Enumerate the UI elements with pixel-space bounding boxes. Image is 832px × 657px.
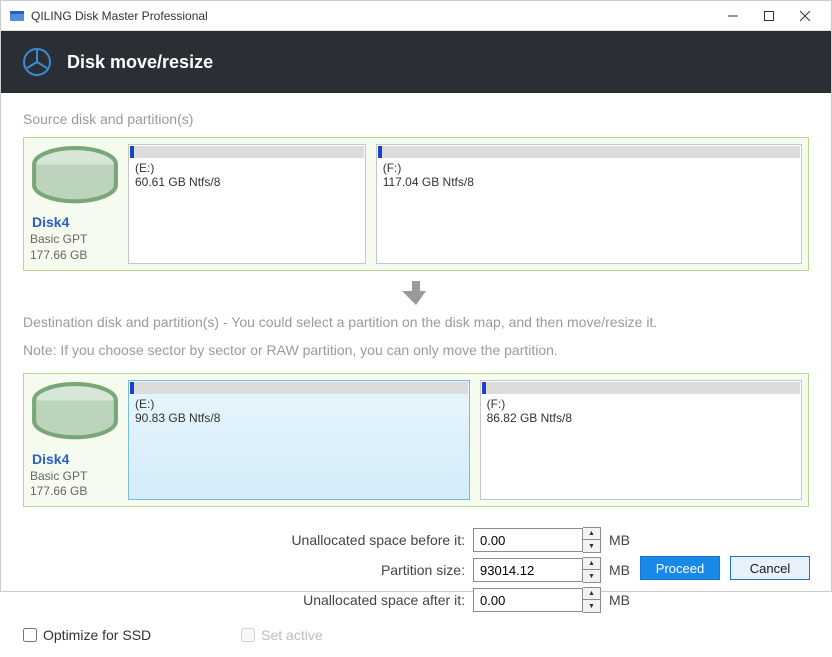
- chevron-up-icon[interactable]: ▲: [583, 588, 600, 600]
- partition-info: 90.83 GB Ntfs/8: [129, 411, 469, 429]
- unit-label: MB: [609, 592, 639, 608]
- disk-info: Disk4 Basic GPT 177.66 GB: [30, 144, 120, 264]
- unit-label: MB: [609, 532, 639, 548]
- usage-bar: [130, 146, 364, 158]
- title-bar: QILING Disk Master Professional: [1, 1, 831, 31]
- logo-icon: [21, 46, 53, 78]
- chevron-up-icon[interactable]: ▲: [583, 528, 600, 540]
- disk-size: 177.66 GB: [30, 248, 120, 264]
- chevron-down-icon[interactable]: ▼: [583, 600, 600, 612]
- destination-partitions: (E:) 90.83 GB Ntfs/8 (F:) 86.82 GB Ntfs/…: [128, 380, 802, 500]
- partition-f[interactable]: (F:) 86.82 GB Ntfs/8: [480, 380, 802, 500]
- disk-icon: [30, 196, 120, 213]
- footer: Proceed Cancel: [640, 556, 810, 580]
- partition-e[interactable]: (E:) 60.61 GB Ntfs/8: [128, 144, 366, 264]
- destination-note: Note: If you choose sector by sector or …: [23, 339, 809, 361]
- ssd-checkbox[interactable]: [23, 628, 37, 642]
- source-partitions: (E:) 60.61 GB Ntfs/8 (F:) 117.04 GB Ntfs…: [128, 144, 802, 264]
- ssd-option[interactable]: Optimize for SSD: [23, 627, 151, 643]
- partition-letter: (F:): [377, 159, 801, 175]
- partition-letter: (F:): [481, 395, 801, 411]
- options-row: Optimize for SSD Set active: [23, 621, 809, 645]
- source-disk-card: Disk4 Basic GPT 177.66 GB (E:) 60.61 GB …: [23, 137, 809, 271]
- chevron-up-icon[interactable]: ▲: [583, 558, 600, 570]
- partition-info: 86.82 GB Ntfs/8: [481, 411, 801, 429]
- source-label: Source disk and partition(s): [23, 111, 809, 127]
- partition-f[interactable]: (F:) 117.04 GB Ntfs/8: [376, 144, 802, 264]
- maximize-button[interactable]: [751, 2, 787, 30]
- disk-type: Basic GPT: [30, 469, 120, 485]
- proceed-button[interactable]: Proceed: [640, 556, 720, 580]
- chevron-down-icon[interactable]: ▼: [583, 540, 600, 552]
- cancel-button[interactable]: Cancel: [730, 556, 810, 580]
- header: Disk move/resize: [1, 31, 831, 93]
- disk-size: 177.66 GB: [30, 484, 120, 500]
- size-input[interactable]: [473, 558, 583, 582]
- disk-name: Disk4: [32, 214, 69, 230]
- size-label: Partition size:: [193, 562, 473, 578]
- partition-info: 117.04 GB Ntfs/8: [377, 175, 801, 193]
- usage-bar: [482, 382, 800, 394]
- chevron-down-icon[interactable]: ▼: [583, 570, 600, 582]
- app-icon: [9, 8, 25, 24]
- close-button[interactable]: [787, 2, 823, 30]
- partition-info: 60.61 GB Ntfs/8: [129, 175, 365, 193]
- destination-desc: Destination disk and partition(s) - You …: [23, 311, 809, 333]
- window-title: QILING Disk Master Professional: [31, 9, 715, 23]
- after-label: Unallocated space after it:: [193, 592, 473, 608]
- after-spinner[interactable]: ▲▼: [583, 587, 601, 613]
- page-title: Disk move/resize: [67, 52, 213, 73]
- active-checkbox: [241, 628, 255, 642]
- before-label: Unallocated space before it:: [193, 532, 473, 548]
- ssd-label: Optimize for SSD: [43, 627, 151, 643]
- disk-icon: [30, 433, 120, 450]
- partition-e-selected[interactable]: (E:) 90.83 GB Ntfs/8: [128, 380, 470, 500]
- active-option: Set active: [241, 627, 322, 643]
- before-spinner[interactable]: ▲▼: [583, 527, 601, 553]
- disk-info: Disk4 Basic GPT 177.66 GB: [30, 380, 120, 500]
- arrow-down-icon: [23, 281, 809, 305]
- disk-name: Disk4: [32, 451, 69, 467]
- partition-letter: (E:): [129, 159, 365, 175]
- before-input[interactable]: [473, 528, 583, 552]
- disk-type: Basic GPT: [30, 232, 120, 248]
- destination-disk-card: Disk4 Basic GPT 177.66 GB (E:) 90.83 GB …: [23, 373, 809, 507]
- usage-bar: [130, 382, 468, 394]
- usage-bar: [378, 146, 800, 158]
- size-spinner[interactable]: ▲▼: [583, 557, 601, 583]
- partition-letter: (E:): [129, 395, 469, 411]
- active-label: Set active: [261, 627, 322, 643]
- minimize-button[interactable]: [715, 2, 751, 30]
- unit-label: MB: [609, 562, 639, 578]
